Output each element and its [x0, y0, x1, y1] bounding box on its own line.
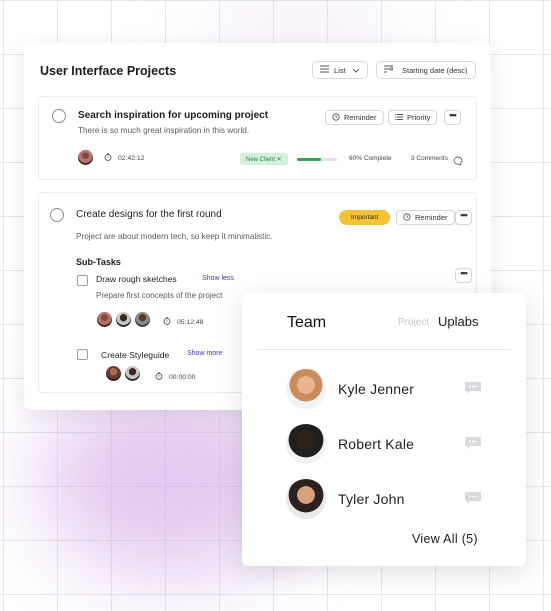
subtask-timer: 05:12:48 [163, 317, 203, 327]
more-icon: ••• [460, 210, 468, 220]
team-member[interactable]: Robert Kale [286, 424, 496, 464]
progress-label: 60% Complete [349, 155, 392, 162]
tab-project[interactable]: Project [398, 317, 429, 328]
reminder-button[interactable]: Reminder [325, 110, 384, 125]
avatar [115, 311, 132, 328]
show-less-link[interactable]: Show less [202, 275, 234, 282]
avatar [77, 149, 94, 166]
chat-icon[interactable] [464, 436, 482, 450]
task-timer: 02:42:12 [104, 153, 144, 163]
task-checkbox[interactable] [50, 208, 64, 222]
tab-uplabs[interactable]: Uplabs [438, 314, 478, 329]
avatar [286, 369, 326, 409]
timer-value: 00:00:00 [169, 373, 196, 381]
list-icon [320, 65, 329, 75]
avatar [286, 479, 326, 519]
avatar [124, 365, 141, 382]
sort-icon [384, 65, 394, 75]
member-name: Robert Kale [338, 436, 415, 452]
priority-label: Priority [407, 113, 431, 122]
progress-bar [297, 158, 337, 161]
task-description: There is so much great inspiration in th… [78, 126, 250, 135]
reminder-icon [403, 212, 411, 223]
chat-icon[interactable] [464, 381, 482, 395]
sort-label: Starting date (desc) [402, 65, 468, 75]
avatar [105, 365, 122, 382]
member-name: Tyler John [338, 491, 405, 507]
comments-count[interactable]: 3 Comments [411, 155, 448, 162]
sort-dropdown[interactable]: Starting date (desc) [376, 61, 476, 79]
subtask-checkbox[interactable] [77, 275, 88, 286]
task-checkbox[interactable] [52, 109, 66, 123]
chevron-down-icon [352, 66, 360, 75]
priority-icon [395, 113, 403, 123]
reminder-button[interactable]: Reminder [396, 210, 455, 225]
member-name: Kyle Jenner [338, 381, 415, 397]
avatar [134, 311, 151, 328]
progress-fill [297, 158, 321, 161]
more-button[interactable]: ••• [444, 110, 461, 125]
task-description: Project are about modern tech, so keep i… [76, 232, 273, 241]
timer-icon [155, 372, 163, 382]
avatar [96, 311, 113, 328]
view-all-link[interactable]: View All (5) [412, 532, 478, 546]
task-card: Search inspiration for upcoming project … [38, 96, 477, 180]
comment-icon[interactable] [453, 153, 463, 171]
client-tag[interactable]: New Client ✕ [240, 153, 288, 165]
subtask-description: Prepare first concepts of the project [96, 291, 223, 300]
more-button[interactable]: ••• [455, 210, 472, 225]
timer-value: 05:12:48 [177, 318, 204, 326]
timer-icon [104, 153, 112, 163]
reminder-label: Reminder [344, 113, 377, 122]
more-icon: ••• [460, 268, 468, 278]
important-badge: Important [339, 210, 391, 225]
view-label: List [334, 65, 346, 75]
subtask-checkbox[interactable] [77, 349, 88, 360]
task-title: Create designs for the first round [76, 209, 222, 220]
subtasks-label: Sub-Tasks [76, 257, 121, 267]
avatar [286, 424, 326, 464]
timer-value: 02:42:12 [118, 154, 145, 162]
reminder-icon [332, 112, 340, 123]
projects-title: User Interface Projects [40, 64, 177, 78]
subtask-timer: 00:00:00 [155, 372, 195, 382]
timer-icon [163, 317, 171, 327]
subtask-title: Draw rough sketches [96, 274, 177, 284]
priority-button[interactable]: Priority [388, 110, 438, 125]
team-member[interactable]: Kyle Jenner [286, 369, 496, 409]
divider [257, 349, 511, 350]
team-member[interactable]: Tyler John [286, 479, 496, 519]
chat-icon[interactable] [464, 491, 482, 505]
reminder-label: Reminder [415, 213, 448, 222]
team-panel: Team Project Uplabs Kyle Jenner Robert K… [242, 293, 526, 566]
view-dropdown[interactable]: List [312, 61, 368, 79]
subtask-more-button[interactable]: ••• [455, 268, 472, 283]
more-icon: ••• [449, 110, 457, 120]
task-title: Search inspiration for upcoming project [78, 110, 269, 121]
team-title: Team [287, 314, 327, 331]
subtask-title: Create Styleguide [101, 350, 170, 360]
show-more-link[interactable]: Show more [187, 350, 222, 357]
